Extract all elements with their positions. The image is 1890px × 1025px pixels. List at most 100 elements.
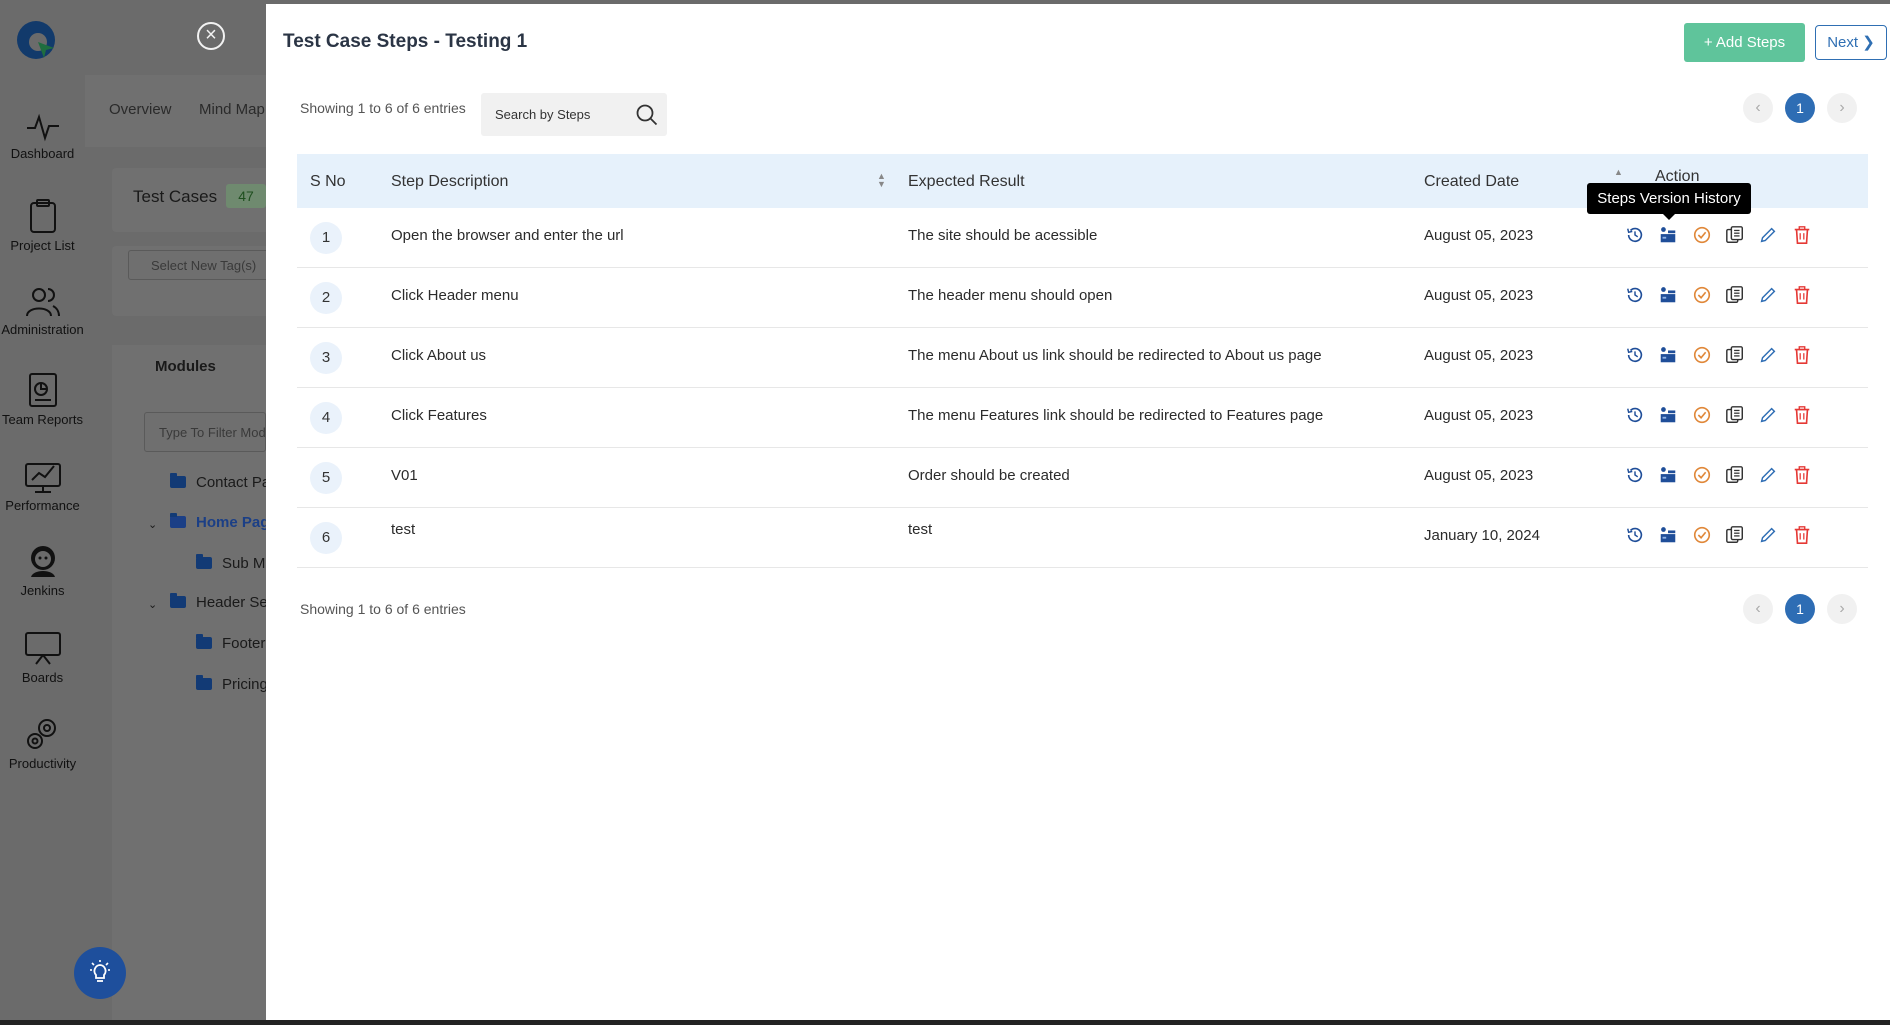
table-row: 5 V01 Order should be created August 05, 20… <box>297 448 1868 508</box>
steps-icon[interactable] <box>1658 225 1680 247</box>
sidebar-item-team-reports[interactable]: Team Reports <box>0 372 85 427</box>
copy-icon[interactable] <box>1725 525 1747 547</box>
delete-icon[interactable] <box>1792 225 1814 247</box>
history-icon[interactable] <box>1625 465 1647 487</box>
search-input[interactable] <box>481 93 631 136</box>
step-number-badge: 1 <box>310 222 342 254</box>
users-icon <box>25 288 60 317</box>
sidebar-item-dashboard[interactable]: Dashboard <box>0 112 85 161</box>
edit-icon[interactable] <box>1758 525 1780 547</box>
next-page-button[interactable]: › <box>1827 594 1857 624</box>
history-icon[interactable] <box>1625 525 1647 547</box>
delete-icon[interactable] <box>1792 345 1814 367</box>
check-circle-icon[interactable] <box>1692 465 1714 487</box>
copy-icon[interactable] <box>1725 405 1747 427</box>
table-body: 1 Open the browser and enter the url The s… <box>297 208 1868 568</box>
sidebar-item-performance[interactable]: Performance <box>0 458 85 513</box>
expected-result: test <box>908 521 933 538</box>
edit-icon[interactable] <box>1758 225 1780 247</box>
sidebar-item-project-list[interactable]: Project List <box>0 198 85 253</box>
sort-asc-icon[interactable]: ▲ <box>1614 168 1623 177</box>
prev-page-button[interactable]: ‹ <box>1743 594 1773 624</box>
tree-item-pricing[interactable]: Pricing <box>196 675 268 693</box>
expected-result: The site should be acessible <box>908 227 1098 244</box>
step-description: Click About us <box>391 347 487 364</box>
next-page-button[interactable]: › <box>1827 93 1857 123</box>
folder-icon <box>196 675 212 690</box>
check-circle-icon[interactable] <box>1692 525 1714 547</box>
table-row: 4 Click Features The menu Features link sh… <box>297 388 1868 448</box>
sidebar-item-administration[interactable]: Administration <box>0 286 85 337</box>
step-description: Click Features <box>391 407 487 424</box>
check-circle-icon[interactable] <box>1692 345 1714 367</box>
delete-icon[interactable] <box>1792 525 1814 547</box>
sidebar-item-productivity[interactable]: Productivity <box>0 716 85 771</box>
edit-icon[interactable] <box>1758 465 1780 487</box>
sidebar-item-label: Project List <box>10 238 75 253</box>
tag-select-input[interactable]: Select New Tag(s) <box>128 250 278 280</box>
entries-info-bottom: Showing 1 to 6 of 6 entries <box>300 601 466 617</box>
history-icon[interactable] <box>1625 345 1647 367</box>
steps-icon[interactable] <box>1658 465 1680 487</box>
edit-icon[interactable] <box>1758 345 1780 367</box>
edit-icon[interactable] <box>1758 285 1780 307</box>
tree-item-footer[interactable]: Footer <box>196 634 265 652</box>
created-date: August 05, 2023 <box>1424 407 1534 424</box>
chevron-down-icon[interactable]: ⌄ <box>148 598 157 611</box>
history-icon[interactable] <box>1625 285 1647 307</box>
steps-icon[interactable] <box>1658 405 1680 427</box>
page-number-button[interactable]: 1 <box>1785 93 1815 123</box>
tree-item-sub[interactable]: Sub M <box>196 554 265 572</box>
monitor-chart-icon <box>24 463 61 493</box>
next-button[interactable]: Next ❯ <box>1815 25 1887 60</box>
prev-page-button[interactable]: ‹ <box>1743 93 1773 123</box>
search-icon[interactable] <box>636 104 658 126</box>
column-header-created[interactable]: Created Date <box>1424 173 1519 191</box>
column-header-sno[interactable]: S No <box>310 173 346 191</box>
sidebar-item-jenkins[interactable]: Jenkins <box>0 543 85 598</box>
steps-icon[interactable] <box>1658 285 1680 307</box>
history-icon[interactable] <box>1625 405 1647 427</box>
chevron-down-icon[interactable]: ⌄ <box>148 518 157 531</box>
history-icon[interactable] <box>1625 225 1647 247</box>
step-number-badge: 4 <box>310 402 342 434</box>
steps-icon[interactable] <box>1658 525 1680 547</box>
delete-icon[interactable] <box>1792 465 1814 487</box>
page-number-button[interactable]: 1 <box>1785 594 1815 624</box>
tree-item-contact[interactable]: Contact Pa <box>170 473 270 491</box>
modules-filter-input[interactable]: Type To Filter Modules <box>144 412 266 452</box>
delete-icon[interactable] <box>1792 285 1814 307</box>
sidebar-item-label: Administration <box>1 322 84 337</box>
sidebar-item-label: Performance <box>5 498 80 513</box>
sidebar-item-label: Dashboard <box>10 146 75 161</box>
sort-icon[interactable]: ▲ ▼ <box>877 172 886 189</box>
tab-mind-map[interactable]: Mind Map <box>199 101 267 118</box>
delete-icon[interactable] <box>1792 405 1814 427</box>
check-circle-icon[interactable] <box>1692 405 1714 427</box>
tree-item-header[interactable]: Header Se <box>170 593 268 611</box>
column-header-expected[interactable]: Expected Result <box>908 173 1025 191</box>
tips-button[interactable] <box>74 947 126 999</box>
tree-item-home[interactable]: Home Pag <box>170 513 269 531</box>
step-description: Open the browser and enter the url <box>391 227 624 244</box>
created-date: August 05, 2023 <box>1424 287 1534 304</box>
created-date: January 10, 2024 <box>1424 527 1540 544</box>
check-circle-icon[interactable] <box>1692 285 1714 307</box>
copy-icon[interactable] <box>1725 285 1747 307</box>
close-modal-button[interactable]: × <box>197 22 225 50</box>
edit-icon[interactable] <box>1758 405 1780 427</box>
table-row: 3 Click About us The menu About us link sh… <box>297 328 1868 388</box>
copy-icon[interactable] <box>1725 345 1747 367</box>
expected-result: The menu Features link should be redirec… <box>908 407 1324 424</box>
copy-icon[interactable] <box>1725 225 1747 247</box>
check-circle-icon[interactable] <box>1692 225 1714 247</box>
column-header-description[interactable]: Step Description <box>391 173 508 191</box>
copy-icon[interactable] <box>1725 465 1747 487</box>
created-date: August 05, 2023 <box>1424 467 1534 484</box>
steps-icon[interactable] <box>1658 345 1680 367</box>
add-steps-button[interactable]: + Add Steps <box>1684 23 1805 62</box>
sidebar-item-boards[interactable]: Boards <box>0 630 85 685</box>
tab-overview[interactable]: Overview <box>109 101 172 118</box>
expected-result: Order should be created <box>908 467 1070 484</box>
step-number-badge: 6 <box>310 522 342 554</box>
